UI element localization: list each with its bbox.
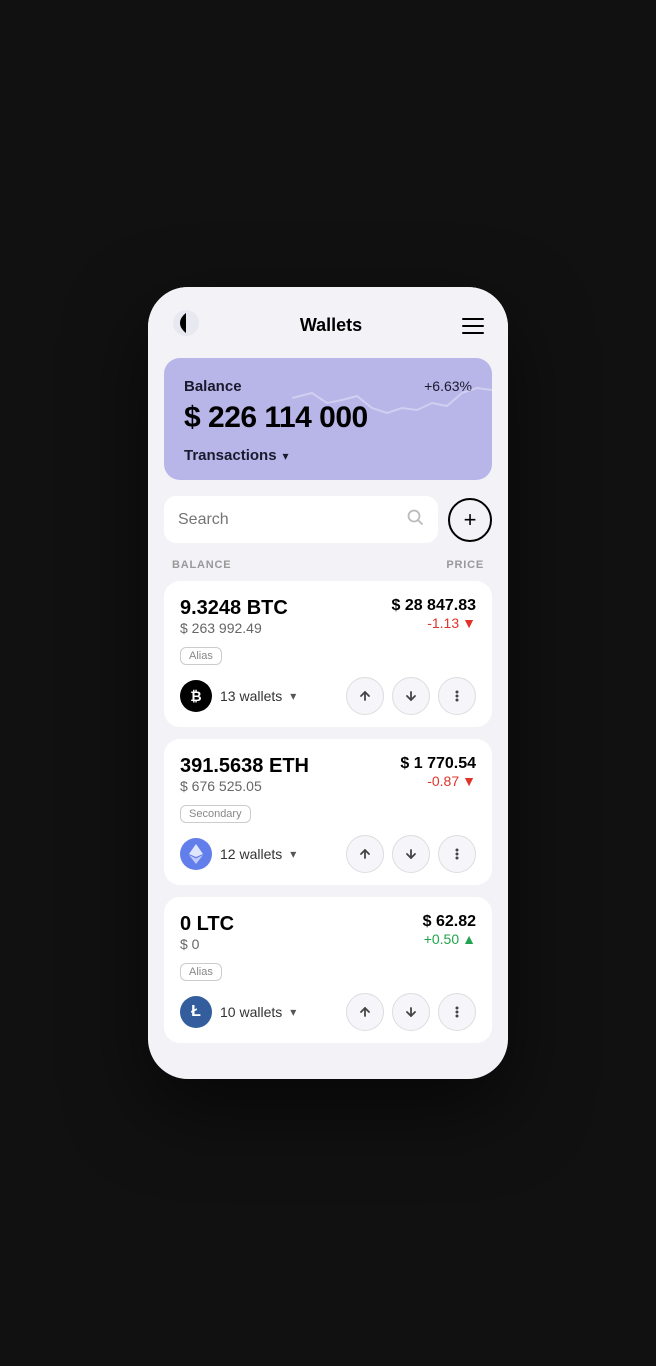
btc-send-button[interactable] <box>346 677 384 715</box>
transactions-label: Transactions <box>184 447 277 464</box>
balance-card: Balance +6.63% $ 226 114 000 Transaction… <box>164 358 492 480</box>
asset-card-ltc: 0 LTC $ 0 $ 62.82 +0.50 ▲ Alias Ł 10 wal… <box>164 897 492 1043</box>
transactions-row[interactable]: Transactions ▾ <box>184 447 472 464</box>
search-box <box>164 496 438 543</box>
asset-card-btc: 9.3248 BTC $ 263 992.49 $ 28 847.83 -1.1… <box>164 581 492 727</box>
balance-chart <box>292 358 492 438</box>
add-wallet-button[interactable]: + <box>448 498 492 542</box>
btc-usd: $ 263 992.49 <box>180 620 288 636</box>
ltc-receive-button[interactable] <box>392 993 430 1031</box>
down-arrow-icon: ▼ <box>462 773 476 789</box>
ltc-wallets-info[interactable]: Ł 10 wallets ▾ <box>180 996 296 1028</box>
table-headers: BALANCE PRICE <box>148 555 508 581</box>
ltc-wallets-chevron-icon: ▾ <box>290 1005 296 1019</box>
ltc-send-button[interactable] <box>346 993 384 1031</box>
search-row: + <box>148 496 508 555</box>
btc-change: -1.13 ▼ <box>391 615 476 631</box>
eth-actions <box>346 835 476 873</box>
price-column-header: PRICE <box>446 559 484 571</box>
ltc-change: +0.50 ▲ <box>423 931 476 947</box>
ltc-amount: 0 LTC <box>180 913 234 936</box>
eth-usd: $ 676 525.05 <box>180 778 309 794</box>
btc-alias-tag: Alias <box>180 647 222 665</box>
ltc-price: $ 62.82 <box>423 913 476 931</box>
btc-more-button[interactable] <box>438 677 476 715</box>
header: Wallets <box>148 287 508 358</box>
eth-icon <box>180 838 212 870</box>
eth-price: $ 1 770.54 <box>400 755 476 773</box>
btc-price: $ 28 847.83 <box>391 597 476 615</box>
eth-more-button[interactable] <box>438 835 476 873</box>
up-arrow-icon: ▲ <box>462 931 476 947</box>
transactions-chevron-icon: ▾ <box>283 449 289 463</box>
btc-icon: ₿ <box>180 680 212 712</box>
ltc-usd: $ 0 <box>180 936 234 952</box>
btc-wallets-chevron-icon: ▾ <box>290 689 296 703</box>
ltc-more-button[interactable] <box>438 993 476 1031</box>
asset-card-eth: 391.5638 ETH $ 676 525.05 $ 1 770.54 -0.… <box>164 739 492 885</box>
eth-change: -0.87 ▼ <box>400 773 476 789</box>
search-input[interactable] <box>178 511 396 529</box>
ltc-wallet-count: 10 wallets <box>220 1004 282 1020</box>
eth-wallet-count: 12 wallets <box>220 846 282 862</box>
page-title: Wallets <box>300 315 362 336</box>
menu-button[interactable] <box>462 318 484 334</box>
search-icon <box>406 508 424 531</box>
ltc-alias-tag: Alias <box>180 963 222 981</box>
ltc-actions <box>346 993 476 1031</box>
app-logo <box>172 309 200 342</box>
eth-send-button[interactable] <box>346 835 384 873</box>
ltc-icon: Ł <box>180 996 212 1028</box>
eth-amount: 391.5638 ETH <box>180 755 309 778</box>
btc-receive-button[interactable] <box>392 677 430 715</box>
down-arrow-icon: ▼ <box>462 615 476 631</box>
bottom-spacer <box>148 1055 508 1079</box>
eth-alias-tag: Secondary <box>180 805 251 823</box>
balance-label: Balance <box>184 378 242 395</box>
btc-amount: 9.3248 BTC <box>180 597 288 620</box>
btc-wallet-count: 13 wallets <box>220 688 282 704</box>
btc-actions <box>346 677 476 715</box>
eth-wallets-info[interactable]: 12 wallets ▾ <box>180 838 296 870</box>
eth-receive-button[interactable] <box>392 835 430 873</box>
eth-wallets-chevron-icon: ▾ <box>290 847 296 861</box>
btc-wallets-info[interactable]: ₿ 13 wallets ▾ <box>180 680 296 712</box>
phone-shell: Wallets Balance +6.63% $ 226 114 000 Tra… <box>148 287 508 1079</box>
balance-column-header: BALANCE <box>172 559 231 571</box>
